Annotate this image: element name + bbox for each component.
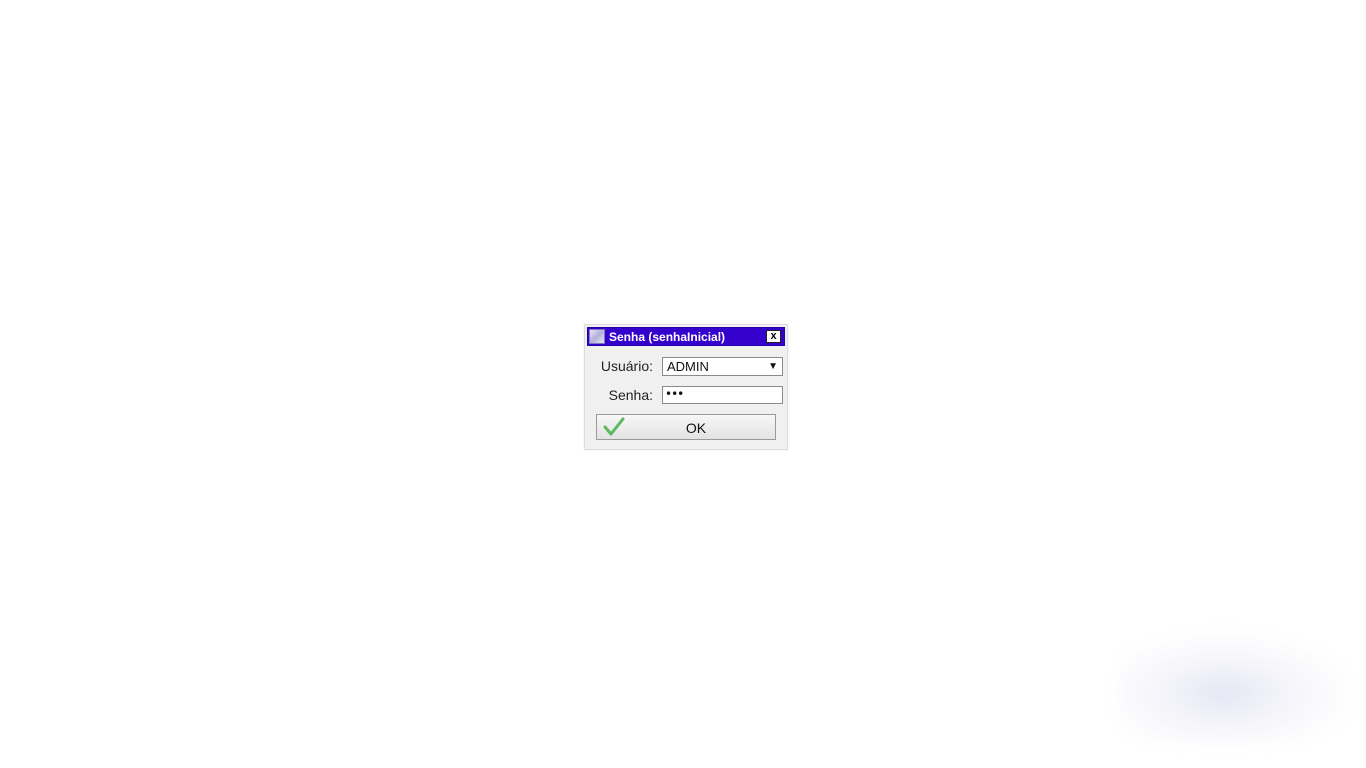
close-button[interactable]: x	[766, 330, 781, 343]
user-label: Usuário:	[600, 358, 653, 374]
dialog-title: Senha (senhaInicial)	[609, 330, 726, 344]
password-label: Senha:	[608, 387, 653, 403]
password-value: •••	[665, 387, 684, 401]
chevron-down-icon: ▼	[768, 361, 778, 372]
blurred-watermark	[1118, 632, 1354, 744]
dialog-titlebar[interactable]: Senha (senhaInicial) x	[587, 327, 785, 346]
ok-button[interactable]: OK	[596, 414, 776, 440]
password-field[interactable]: •••	[662, 386, 783, 404]
window-icon	[589, 329, 605, 344]
user-select-value: ADMIN	[667, 359, 709, 374]
login-dialog: Senha (senhaInicial) x Usuário: ADMIN ▼ …	[584, 324, 788, 450]
ok-button-label: OK	[685, 420, 707, 436]
user-select[interactable]: ADMIN ▼	[662, 357, 783, 376]
